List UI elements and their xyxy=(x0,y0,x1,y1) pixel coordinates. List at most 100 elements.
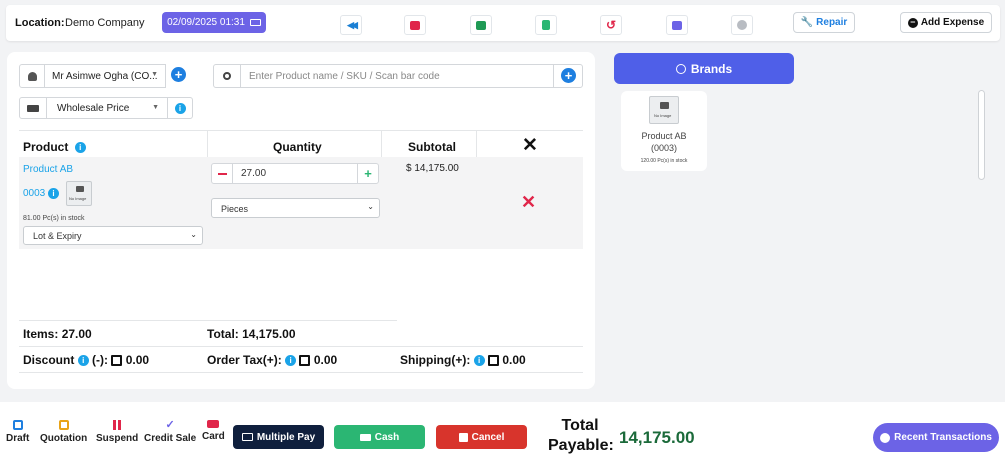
suspend-button[interactable]: Suspend xyxy=(96,420,138,444)
brand-icon xyxy=(675,63,686,74)
multiple-pay-label: Multiple Pay xyxy=(256,431,316,443)
tax-summary: Order Tax(+): i 0.00 xyxy=(207,353,337,367)
customer-select[interactable]: Mr Asimwe Ogha (CO... ▼ xyxy=(44,64,166,88)
card-label: Card xyxy=(202,431,225,442)
info-icon[interactable]: i xyxy=(473,355,485,367)
scrollbar[interactable] xyxy=(978,90,985,180)
divider xyxy=(19,372,583,373)
card-payment-button[interactable]: Card xyxy=(202,420,225,442)
briefcase-icon xyxy=(476,20,486,30)
camera-icon xyxy=(76,186,84,192)
cash-label: Cash xyxy=(374,431,400,443)
search-placeholder: Enter Product name / SKU / Scan bar code xyxy=(249,70,440,82)
search-input[interactable]: Enter Product name / SKU / Scan bar code xyxy=(240,64,554,88)
price-group-select[interactable]: Wholesale Price ▼ xyxy=(46,97,168,119)
total-payable-line1: Total xyxy=(561,417,599,434)
close-square-icon xyxy=(458,432,468,442)
tax-value: 0.00 xyxy=(313,353,338,367)
edit-icon[interactable] xyxy=(488,355,500,367)
briefcase-button[interactable] xyxy=(470,15,492,35)
add-expense-label: Add Expense xyxy=(920,17,985,28)
product-header: Product i xyxy=(23,140,86,154)
price-icon-box xyxy=(19,97,47,119)
info-icon[interactable]: i xyxy=(77,355,89,367)
quantity-header: Quantity xyxy=(273,140,322,154)
credit-sale-button[interactable]: ✓ Credit Sale xyxy=(144,419,197,445)
chevron-down-icon: ▼ xyxy=(152,104,159,111)
x-icon[interactable]: ✕ xyxy=(522,134,538,157)
customer-selected: Mr Asimwe Ogha (CO... xyxy=(52,70,158,82)
edit-icon xyxy=(58,420,69,430)
lot-expiry-select[interactable]: Lot & Expiry ⌄ xyxy=(23,226,203,245)
remove-row-button[interactable]: ✕ xyxy=(521,192,536,213)
edit-icon[interactable] xyxy=(111,355,123,367)
discount-value: 0.00 xyxy=(125,353,150,367)
price-info-box: i xyxy=(167,97,193,119)
edit-icon[interactable] xyxy=(299,355,311,367)
minus-circle-icon: − xyxy=(907,17,918,28)
info-icon[interactable]: i xyxy=(74,142,86,154)
total-value: 14,175.00 xyxy=(242,327,296,341)
credit-sale-label: Credit Sale xyxy=(144,433,197,444)
calculator-button[interactable] xyxy=(535,15,557,35)
chevron-down-icon: ▼ xyxy=(151,71,158,78)
cancel-label: Cancel xyxy=(471,431,505,443)
quotation-label: Quotation xyxy=(40,433,88,444)
recent-transactions-button[interactable]: Recent Transactions xyxy=(873,423,999,452)
info-icon[interactable]: i xyxy=(285,355,297,367)
datetime-button[interactable]: 02/09/2025 01:31 xyxy=(162,12,266,33)
rewind-icon: ◀◀ xyxy=(347,19,358,30)
quotation-button[interactable]: Quotation xyxy=(40,420,87,444)
divider xyxy=(19,320,397,321)
product-thumbnail: No Image xyxy=(66,181,92,206)
quantity-increment-button[interactable]: + xyxy=(357,163,379,184)
info-icon[interactable]: i xyxy=(174,102,186,114)
total-summary: Total: 14,175.00 xyxy=(207,327,296,341)
cancel-button[interactable]: Cancel xyxy=(436,425,527,449)
brands-button[interactable]: Brands xyxy=(614,53,794,84)
total-label: Total: xyxy=(207,327,239,341)
card-button[interactable] xyxy=(666,15,688,35)
draft-button[interactable]: Draft xyxy=(6,420,29,444)
card-icon xyxy=(207,420,220,428)
circle-button[interactable] xyxy=(731,15,753,35)
cash-button[interactable]: Cash xyxy=(334,425,425,449)
discount-summary: Discount i (-): 0.00 xyxy=(23,353,149,367)
undo-button[interactable]: ↺ xyxy=(600,15,622,35)
repair-label: Repair xyxy=(816,17,848,28)
minus-icon xyxy=(217,172,227,175)
row-subtotal: $ 14,175.00 xyxy=(406,163,459,174)
stock-label: 81.00 Pc(s) in stock xyxy=(23,215,85,222)
close-sale-button[interactable] xyxy=(404,15,426,35)
search-icon xyxy=(223,72,231,80)
add-expense-button[interactable]: − Add Expense xyxy=(900,12,992,33)
add-customer-button[interactable]: + xyxy=(171,67,186,82)
product-card[interactable]: No Image Product AB (0003) 120.00 Pc(s) … xyxy=(621,91,707,171)
card-icon xyxy=(672,20,682,30)
calculator-icon xyxy=(542,20,550,30)
location-label: Location: xyxy=(15,17,65,29)
total-payable-value: 14,175.00 xyxy=(619,428,695,447)
shipping-summary: Shipping(+): i 0.00 xyxy=(400,353,526,367)
location-value: Demo Company xyxy=(65,17,145,29)
product-card-name: Product AB xyxy=(641,131,687,141)
multiple-pay-button[interactable]: Multiple Pay xyxy=(233,425,324,449)
quantity-value: 27.00 xyxy=(241,168,267,179)
unit-select[interactable]: Pieces ⌄ xyxy=(211,198,380,218)
customer-icon-box xyxy=(19,64,45,88)
product-name[interactable]: Product AB xyxy=(23,164,73,175)
items-summary: Items: 27.00 xyxy=(23,327,92,341)
money-icon xyxy=(359,433,371,441)
repair-button[interactable]: 🔧 Repair xyxy=(793,12,855,33)
info-icon[interactable]: i xyxy=(48,188,59,199)
price-group-selected: Wholesale Price xyxy=(57,102,130,114)
total-payable-label: Total Payable: xyxy=(548,416,614,456)
rewind-button[interactable]: ◀◀ xyxy=(340,15,362,35)
quantity-decrement-button[interactable] xyxy=(211,163,233,184)
product-header-label: Product xyxy=(23,140,69,154)
chevron-down-icon: ⌄ xyxy=(190,230,197,239)
quantity-input[interactable]: 27.00 xyxy=(232,163,358,184)
check-icon: ✓ xyxy=(165,419,175,431)
add-product-button[interactable]: + xyxy=(561,68,576,83)
recent-transactions-label: Recent Transactions xyxy=(894,432,992,443)
